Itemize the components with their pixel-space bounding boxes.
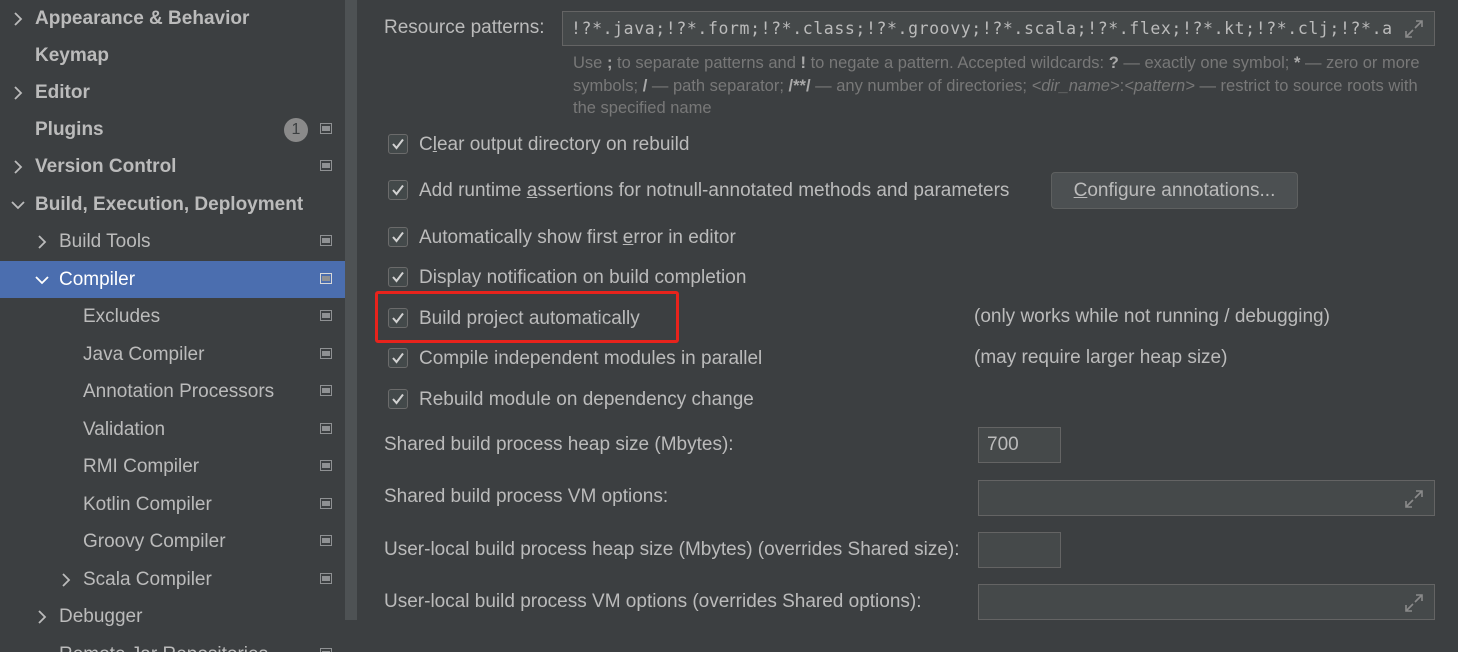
expand-icon[interactable] xyxy=(1404,593,1424,613)
chevron-right-icon[interactable] xyxy=(36,598,50,635)
tree-item-groovy-compiler[interactable]: Groovy Compiler xyxy=(0,523,345,560)
tree-item-label: Validation xyxy=(83,419,166,440)
chevron-right-icon[interactable] xyxy=(12,0,26,37)
runtime-assertions-label: Add runtime assertions for notnull-annot… xyxy=(419,180,1010,201)
tree-item-version-control[interactable]: Version Control xyxy=(0,148,345,185)
configure-annotations-button[interactable]: Configure annotations... xyxy=(1051,172,1298,209)
tree-item-label: Remote Jar Repositories xyxy=(59,636,268,652)
tree-item-build-execution-deployment[interactable]: Build, Execution, Deployment xyxy=(0,186,345,223)
tree-item-label: Annotation Processors xyxy=(83,381,275,402)
resource-patterns-label: Resource patterns: xyxy=(384,17,545,38)
tree-item-label: Kotlin Compiler xyxy=(83,494,212,515)
scrollbar-thumb[interactable] xyxy=(345,0,357,620)
project-settings-icon xyxy=(320,573,332,584)
tree-item-remote-jar-repositories[interactable]: Remote Jar Repositories xyxy=(0,636,345,652)
project-settings-icon xyxy=(320,310,332,321)
tree-item-compiler[interactable]: Compiler xyxy=(0,261,345,298)
tree-item-validation[interactable]: Validation xyxy=(0,411,345,448)
tree-item-label: Version Control xyxy=(35,156,177,177)
chevron-right-icon[interactable] xyxy=(12,74,26,111)
tree-item-label: Java Compiler xyxy=(83,344,205,365)
tree-item-label: Scala Compiler xyxy=(83,569,212,590)
local-heap-label: User-local build process heap size (Mbyt… xyxy=(384,539,960,560)
tree-item-label: Appearance & Behavior xyxy=(35,8,250,29)
project-settings-icon xyxy=(320,498,332,509)
tree-item-editor[interactable]: Editor xyxy=(0,74,345,111)
tree-item-annotation-processors[interactable]: Annotation Processors xyxy=(0,373,345,410)
tree-item-label: Debugger xyxy=(59,606,143,627)
local-heap-field[interactable] xyxy=(978,532,1061,568)
compiler-settings-panel: Resource patterns: !?*.java;!?*.form;!?*… xyxy=(358,0,1458,652)
resource-patterns-value: !?*.java;!?*.form;!?*.class;!?*.groovy;!… xyxy=(571,19,1393,38)
settings-tree: Appearance & Behavior Keymap Editor Plug… xyxy=(0,0,345,652)
chevron-right-icon[interactable] xyxy=(12,148,26,185)
tree-item-scala-compiler[interactable]: Scala Compiler xyxy=(0,561,345,598)
show-first-error-checkbox[interactable] xyxy=(388,227,408,247)
parallel-compile-note: (may require larger heap size) xyxy=(974,347,1228,368)
tree-item-label: Excludes xyxy=(83,306,161,327)
expand-icon[interactable] xyxy=(1404,19,1424,39)
tree-item-rmi-compiler[interactable]: RMI Compiler xyxy=(0,448,345,485)
expand-icon[interactable] xyxy=(1404,489,1424,509)
tree-item-label: Plugins xyxy=(35,119,104,140)
build-automatically-checkbox[interactable] xyxy=(388,308,408,328)
project-settings-icon xyxy=(320,273,332,284)
shared-vm-label: Shared build process VM options: xyxy=(384,486,669,507)
chevron-right-icon[interactable] xyxy=(60,561,74,598)
chevron-down-icon[interactable] xyxy=(35,261,49,298)
build-automatically-label: Build project automatically xyxy=(419,308,640,329)
tree-item-label: Build, Execution, Deployment xyxy=(35,194,304,215)
tree-item-label: Build Tools xyxy=(59,231,151,252)
tree-item-plugins[interactable]: Plugins 1 xyxy=(0,111,345,148)
shared-heap-field[interactable]: 700 xyxy=(978,427,1061,463)
show-first-error-label: Automatically show first error in editor xyxy=(419,227,736,248)
update-count-badge: 1 xyxy=(284,118,308,142)
tree-item-excludes[interactable]: Excludes xyxy=(0,298,345,335)
chevron-down-icon[interactable] xyxy=(11,186,25,223)
tree-item-keymap[interactable]: Keymap xyxy=(0,37,345,74)
notify-build-checkbox[interactable] xyxy=(388,267,408,287)
tree-item-label: Editor xyxy=(35,82,90,103)
project-settings-icon xyxy=(320,423,332,434)
tree-item-appearance-behavior[interactable]: Appearance & Behavior xyxy=(0,0,345,37)
tree-item-label: RMI Compiler xyxy=(83,456,200,477)
project-settings-icon xyxy=(320,348,332,359)
project-settings-icon xyxy=(320,460,332,471)
local-vm-field[interactable] xyxy=(978,584,1435,620)
tree-item-label: Groovy Compiler xyxy=(83,531,226,552)
shared-heap-label: Shared build process heap size (Mbytes): xyxy=(384,434,734,455)
tree-item-label: Keymap xyxy=(35,45,109,66)
shared-heap-value: 700 xyxy=(987,434,1019,455)
notify-build-label: Display notification on build completion xyxy=(419,267,747,288)
shared-vm-field[interactable] xyxy=(978,480,1435,516)
resource-patterns-field[interactable]: !?*.java;!?*.form;!?*.class;!?*.groovy;!… xyxy=(562,11,1435,46)
project-settings-icon xyxy=(320,648,332,652)
build-automatically-note: (only works while not running / debuggin… xyxy=(974,306,1330,327)
project-settings-icon xyxy=(320,385,332,396)
project-settings-icon xyxy=(320,160,332,171)
clear-output-label: Clear output directory on rebuild xyxy=(419,134,690,155)
tree-item-java-compiler[interactable]: Java Compiler xyxy=(0,336,345,373)
runtime-assertions-checkbox[interactable] xyxy=(388,180,408,200)
parallel-compile-label: Compile independent modules in parallel xyxy=(419,348,763,369)
sidebar-scrollbar[interactable] xyxy=(345,0,357,652)
tree-item-debugger[interactable]: Debugger xyxy=(0,598,345,635)
clear-output-checkbox[interactable] xyxy=(388,134,408,154)
local-vm-label: User-local build process VM options (ove… xyxy=(384,591,922,612)
project-settings-icon xyxy=(320,535,332,546)
rebuild-dependency-checkbox[interactable] xyxy=(388,389,408,409)
project-settings-icon xyxy=(320,123,332,134)
resource-patterns-hint: Use ; to separate patterns and ! to nega… xyxy=(573,54,1420,117)
tree-item-label: Compiler xyxy=(59,269,136,290)
rebuild-dependency-label: Rebuild module on dependency change xyxy=(419,389,754,410)
chevron-right-icon[interactable] xyxy=(36,223,50,260)
project-settings-icon xyxy=(320,235,332,246)
tree-item-build-tools[interactable]: Build Tools xyxy=(0,223,345,260)
tree-item-kotlin-compiler[interactable]: Kotlin Compiler xyxy=(0,486,345,523)
parallel-compile-checkbox[interactable] xyxy=(388,348,408,368)
